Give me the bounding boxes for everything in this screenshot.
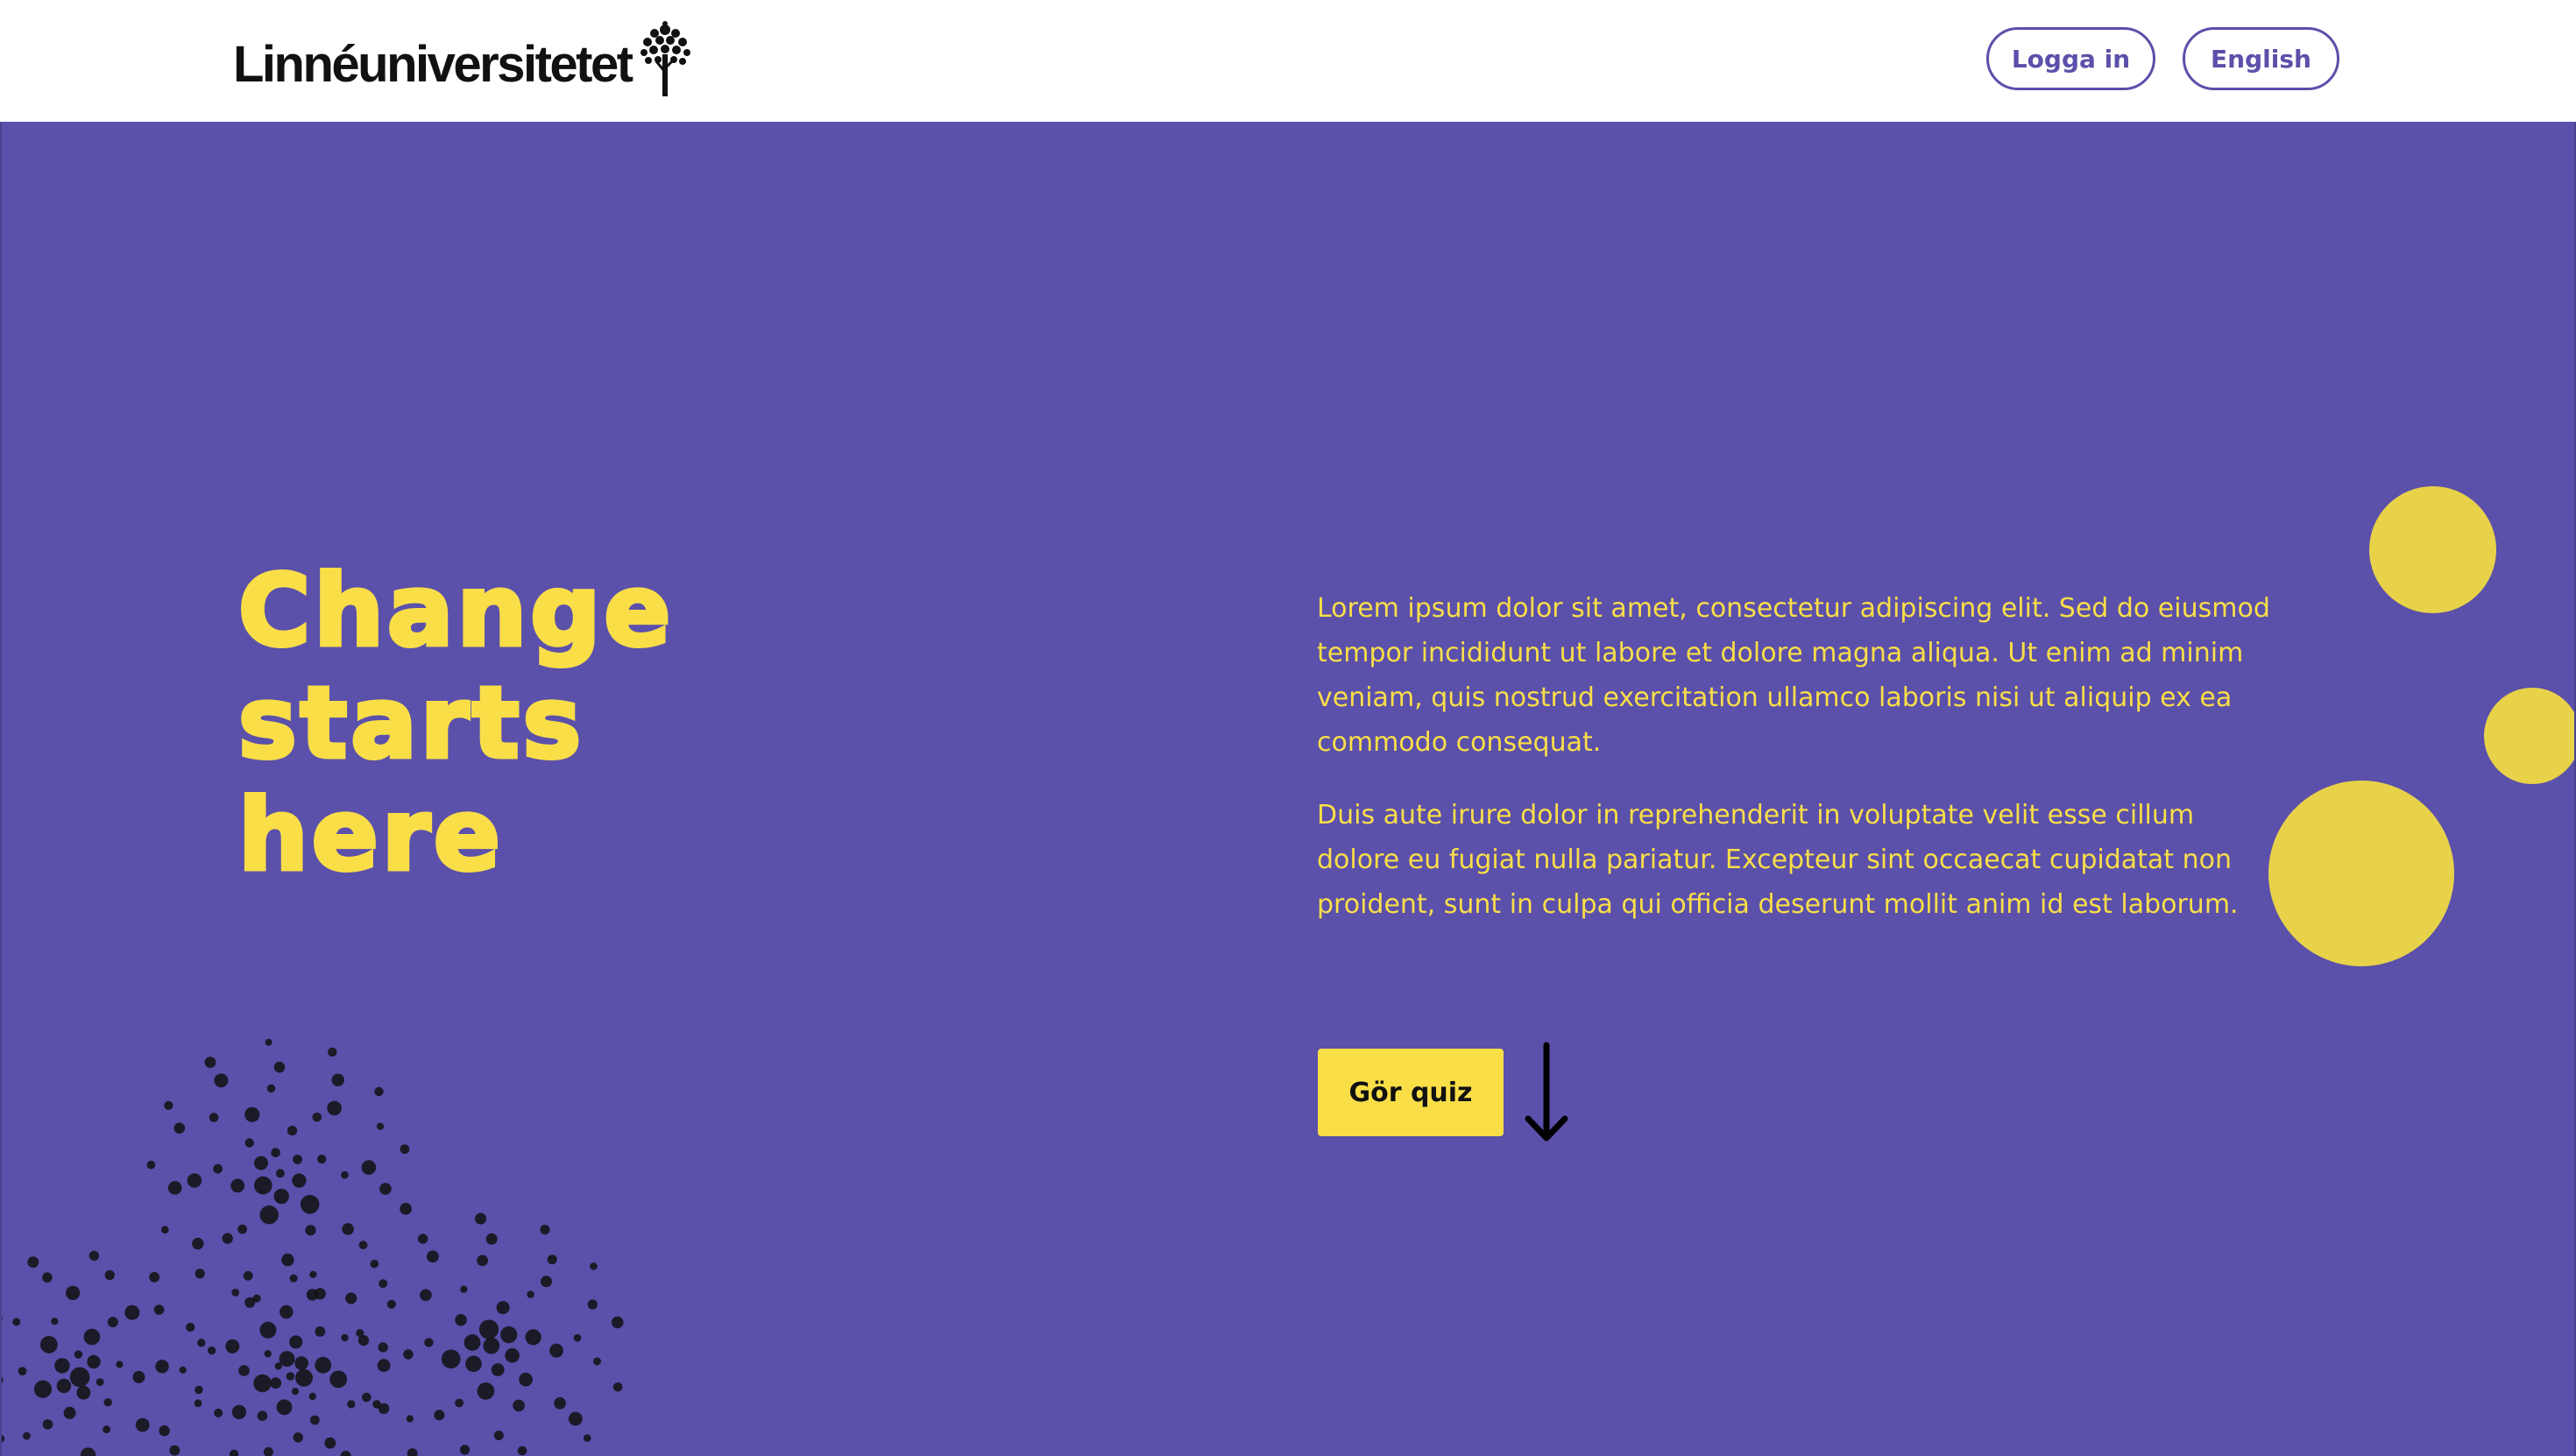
language-button[interactable]: English: [2183, 27, 2339, 90]
hero-title-line: starts: [237, 666, 585, 782]
start-quiz-button[interactable]: Gör quiz: [1318, 1049, 1504, 1136]
hero-section: Change starts here Lorem ipsum dolor sit…: [0, 122, 2576, 1456]
decorative-circle: [2484, 688, 2574, 784]
hero-paragraph: Duis aute irure dolor in reprehenderit i…: [1317, 800, 2239, 920]
arrow-down-icon[interactable]: [1521, 1040, 1572, 1149]
hero-description: Lorem ipsum dolor sit amet, consectetur …: [1317, 586, 2272, 955]
dots-pattern: [2, 1038, 624, 1456]
hero-title-line: here: [237, 778, 504, 894]
site-header: Linnéuniversitetet Logga in English: [0, 0, 2576, 122]
login-button[interactable]: Logga in: [1986, 27, 2155, 90]
decorative-circle: [2268, 781, 2454, 966]
hero-title: Change starts here: [237, 554, 852, 894]
decorative-circle: [2369, 486, 2496, 613]
tree-icon: [640, 21, 690, 96]
university-logo[interactable]: Linnéuniversitetet: [233, 21, 720, 96]
logo-text: Linnéuniversitetet: [233, 36, 633, 93]
hero-paragraph: Lorem ipsum dolor sit amet, consectetur …: [1317, 593, 2270, 758]
hero-title-line: Change: [237, 554, 675, 670]
